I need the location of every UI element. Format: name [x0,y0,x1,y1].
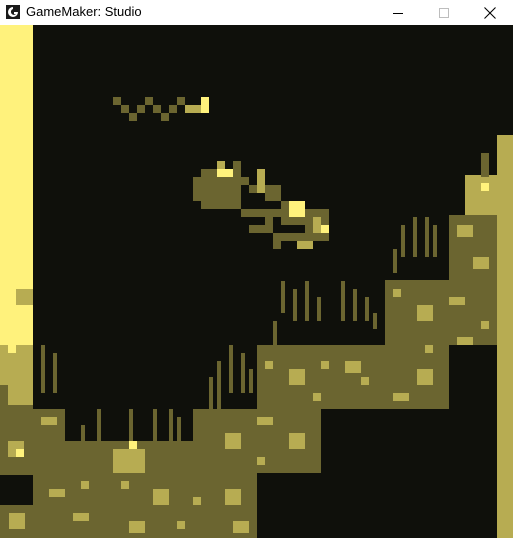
maximize-button[interactable] [421,0,467,25]
window-title: GameMaker: Studio [26,4,142,19]
close-icon [484,6,496,19]
left-wall [0,25,33,475]
minimize-button[interactable] [375,0,421,25]
title-bar: GameMaker: Studio [0,0,513,25]
game-viewport[interactable] [0,25,513,538]
close-button[interactable] [467,0,513,25]
maximize-icon [439,7,449,18]
game-scene [0,25,513,538]
minimize-icon [393,12,403,14]
gamemaker-logo-icon [6,5,20,19]
